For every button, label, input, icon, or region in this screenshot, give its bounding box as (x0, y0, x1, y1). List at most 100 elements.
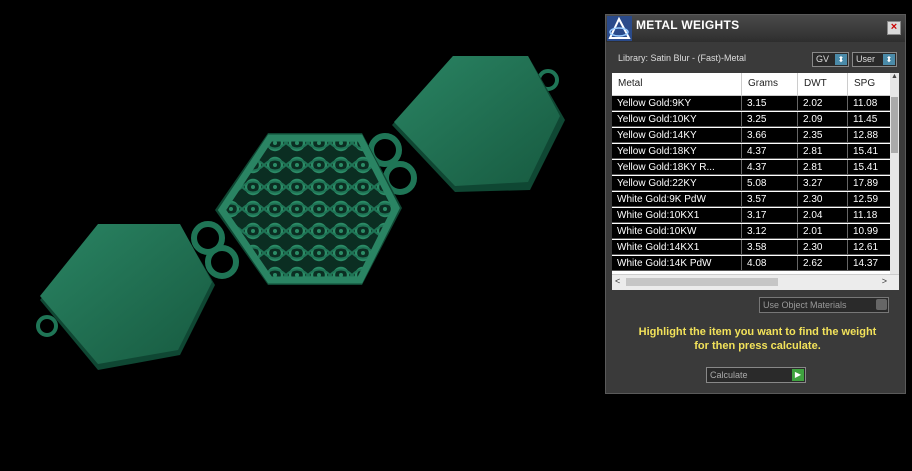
cell-spg: 12.59 (848, 192, 891, 207)
cell-dwt: 3.27 (798, 176, 848, 191)
row-divider (612, 190, 891, 191)
cell-dwt: 2.01 (798, 224, 848, 239)
cell-metal: Yellow Gold:22KY (612, 176, 742, 191)
cell-spg: 11.45 (848, 112, 891, 127)
instruction-line: Highlight the item you want to find the … (638, 326, 877, 338)
cell-grams: 3.12 (742, 224, 798, 239)
cell-metal: Yellow Gold:18KY R... (612, 160, 742, 175)
instruction-line: for then press calculate. (694, 340, 821, 352)
scroll-left-icon[interactable]: < (615, 276, 620, 286)
3d-viewport[interactable] (0, 0, 605, 471)
scroll-thumb[interactable] (891, 97, 898, 153)
table-row[interactable]: White Gold:10KW 3.12 2.01 10.99 (612, 224, 891, 239)
app-logo-icon (607, 16, 632, 41)
cell-metal: Yellow Gold:18KY (612, 144, 742, 159)
row-divider (612, 126, 891, 127)
table-row[interactable]: White Gold:14KX1 3.58 2.30 12.61 (612, 240, 891, 255)
row-divider (612, 206, 891, 207)
cell-dwt: 2.30 (798, 192, 848, 207)
cell-grams: 3.15 (742, 96, 798, 111)
table-row[interactable]: Yellow Gold:22KY 5.08 3.27 17.89 (612, 176, 891, 191)
cell-dwt: 2.81 (798, 160, 848, 175)
table-row[interactable]: Yellow Gold:10KY 3.25 2.09 11.45 (612, 112, 891, 127)
cell-dwt: 2.81 (798, 144, 848, 159)
cell-metal: White Gold:10KX1 (612, 208, 742, 223)
instruction-text: Highlight the item you want to find the … (618, 325, 897, 353)
cell-spg: 14.37 (848, 256, 891, 271)
cell-metal: White Gold:10KW (612, 224, 742, 239)
column-header-dwt[interactable]: DWT (798, 73, 848, 95)
calculate-button[interactable]: Calculate ▶ (706, 367, 806, 383)
cell-metal: White Gold:14KX1 (612, 240, 742, 255)
table-row[interactable]: Yellow Gold:18KY 4.37 2.81 15.41 (612, 144, 891, 159)
panel-title: METAL WEIGHTS (636, 18, 740, 32)
cell-spg: 17.89 (848, 176, 891, 191)
cell-metal: Yellow Gold:10KY (612, 112, 742, 127)
cell-grams: 4.37 (742, 160, 798, 175)
row-divider (612, 222, 891, 223)
column-header-spg[interactable]: SPG (848, 73, 891, 95)
table-row[interactable]: White Gold:14K PdW 4.08 2.62 14.37 (612, 256, 891, 271)
table-row[interactable]: Yellow Gold:9KY 3.15 2.02 11.08 (612, 96, 891, 111)
dropdown-arrow-icon: ⬍ (883, 54, 895, 65)
scroll-up-icon[interactable]: ▲ (890, 73, 899, 82)
cell-dwt: 2.35 (798, 128, 848, 143)
row-divider (612, 174, 891, 175)
cell-spg: 15.41 (848, 160, 891, 175)
cell-spg: 11.18 (848, 208, 891, 223)
cell-metal: Yellow Gold:9KY (612, 96, 742, 111)
table-header: Metal Grams DWT SPG (612, 73, 899, 96)
row-divider (612, 238, 891, 239)
cell-spg: 10.99 (848, 224, 891, 239)
panel-titlebar[interactable]: METAL WEIGHTS × (606, 15, 905, 42)
cell-grams: 4.08 (742, 256, 798, 271)
column-header-metal[interactable]: Metal (612, 73, 742, 95)
jewelry-model (36, 56, 565, 370)
metal-table: Metal Grams DWT SPG Yellow Gold:9KY 3.15 2… (612, 73, 899, 290)
cell-dwt: 2.62 (798, 256, 848, 271)
cell-grams: 3.57 (742, 192, 798, 207)
scroll-right-icon[interactable]: > (882, 276, 887, 286)
cell-dwt: 2.30 (798, 240, 848, 255)
cell-spg: 11.08 (848, 96, 891, 111)
cell-dwt: 2.02 (798, 96, 848, 111)
vertical-scrollbar[interactable]: ▲ (890, 73, 899, 275)
cell-grams: 5.08 (742, 176, 798, 191)
metal-weights-panel: METAL WEIGHTS × Library: Satin Blur - (F… (605, 14, 906, 394)
table-row[interactable]: Yellow Gold:14KY 3.66 2.35 12.88 (612, 128, 891, 143)
column-header-grams[interactable]: Grams (742, 73, 798, 95)
cell-grams: 3.17 (742, 208, 798, 223)
cell-spg: 15.41 (848, 144, 891, 159)
table-row[interactable]: White Gold:9K PdW 3.57 2.30 12.59 (612, 192, 891, 207)
use-object-materials-checkbox[interactable]: Use Object Materials (759, 297, 889, 313)
cell-metal: Yellow Gold:14KY (612, 128, 742, 143)
cell-grams: 3.25 (742, 112, 798, 127)
library-label: Library: Satin Blur - (Fast)-Metal (618, 53, 747, 63)
user-dropdown-label: User (856, 54, 876, 64)
user-dropdown[interactable]: User ⬍ (852, 52, 897, 67)
cell-grams: 3.58 (742, 240, 798, 255)
calculate-label: Calculate (710, 370, 748, 380)
close-button[interactable]: × (887, 21, 901, 35)
cell-spg: 12.61 (848, 240, 891, 255)
table-row[interactable]: White Gold:10KX1 3.17 2.04 11.18 (612, 208, 891, 223)
cell-metal: White Gold:9K PdW (612, 192, 742, 207)
toggle-knob-icon (876, 299, 887, 310)
table-row[interactable]: Yellow Gold:18KY R... 4.37 2.81 15.41 (612, 160, 891, 175)
horizontal-scrollbar[interactable]: < > (612, 274, 899, 290)
gv-dropdown[interactable]: GV ⬍ (812, 52, 849, 67)
scroll-thumb[interactable] (626, 278, 778, 286)
use-object-materials-label: Use Object Materials (763, 300, 847, 310)
cell-grams: 3.66 (742, 128, 798, 143)
cell-spg: 12.88 (848, 128, 891, 143)
cell-dwt: 2.09 (798, 112, 848, 127)
cell-grams: 4.37 (742, 144, 798, 159)
dropdown-arrow-icon: ⬍ (835, 54, 847, 65)
row-divider (612, 270, 891, 271)
row-divider (612, 158, 891, 159)
cell-dwt: 2.04 (798, 208, 848, 223)
cell-metal: White Gold:14K PdW (612, 256, 742, 271)
row-divider (612, 254, 891, 255)
play-arrow-icon: ▶ (792, 369, 804, 381)
row-divider (612, 110, 891, 111)
